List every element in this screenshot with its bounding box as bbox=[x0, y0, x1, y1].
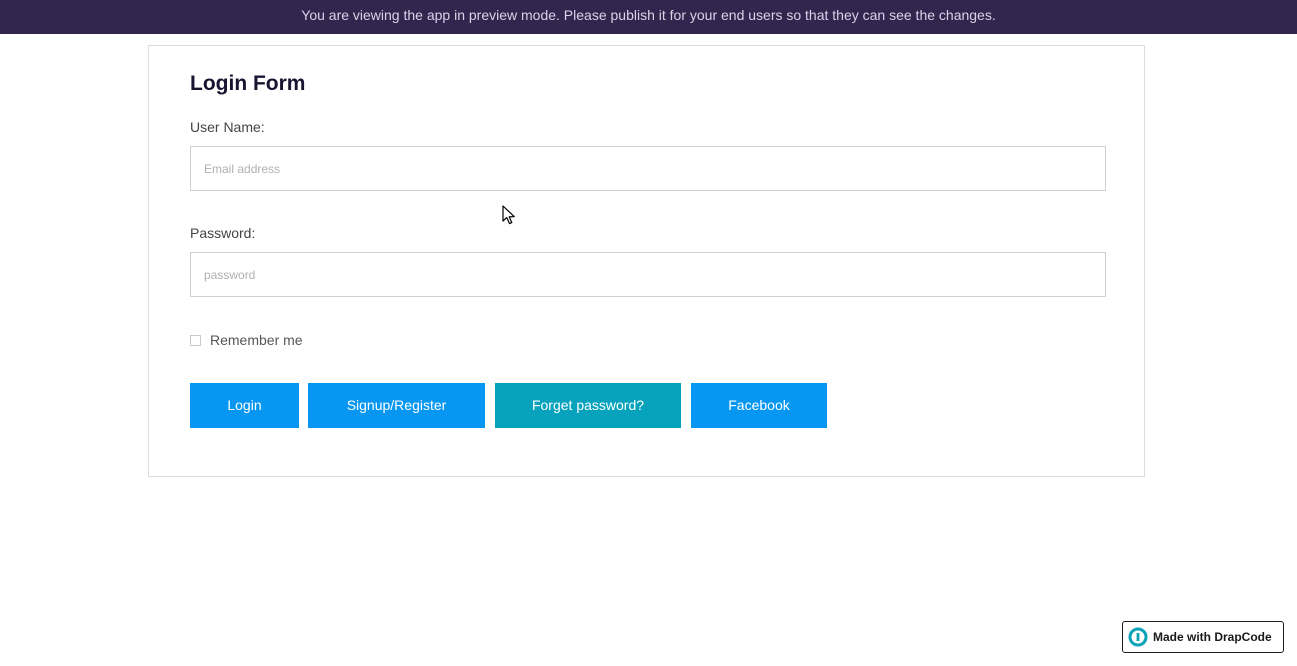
preview-mode-banner: You are viewing the app in preview mode.… bbox=[0, 0, 1297, 34]
made-with-drapcode-badge[interactable]: Made with DrapCode bbox=[1122, 621, 1284, 653]
remember-me-row[interactable]: Remember me bbox=[190, 331, 303, 349]
mouse-pointer-icon bbox=[502, 205, 515, 225]
login-form-card: Login Form User Name: Password: Remember… bbox=[148, 45, 1145, 477]
username-input[interactable] bbox=[190, 146, 1106, 191]
drapcode-logo-icon bbox=[1128, 627, 1148, 647]
password-input[interactable] bbox=[190, 252, 1106, 297]
remember-me-label: Remember me bbox=[210, 332, 303, 348]
remember-me-checkbox[interactable] bbox=[190, 334, 201, 346]
form-title: Login Form bbox=[190, 72, 306, 95]
drapcode-badge-text: Made with DrapCode bbox=[1153, 630, 1272, 644]
password-label: Password: bbox=[190, 225, 256, 241]
forget-password-button[interactable]: Forget password? bbox=[495, 383, 681, 428]
facebook-login-button[interactable]: Facebook bbox=[691, 383, 827, 428]
login-button[interactable]: Login bbox=[190, 383, 299, 428]
username-label: User Name: bbox=[190, 119, 265, 135]
preview-banner-text: You are viewing the app in preview mode.… bbox=[301, 7, 996, 23]
signup-register-button[interactable]: Signup/Register bbox=[308, 383, 485, 428]
